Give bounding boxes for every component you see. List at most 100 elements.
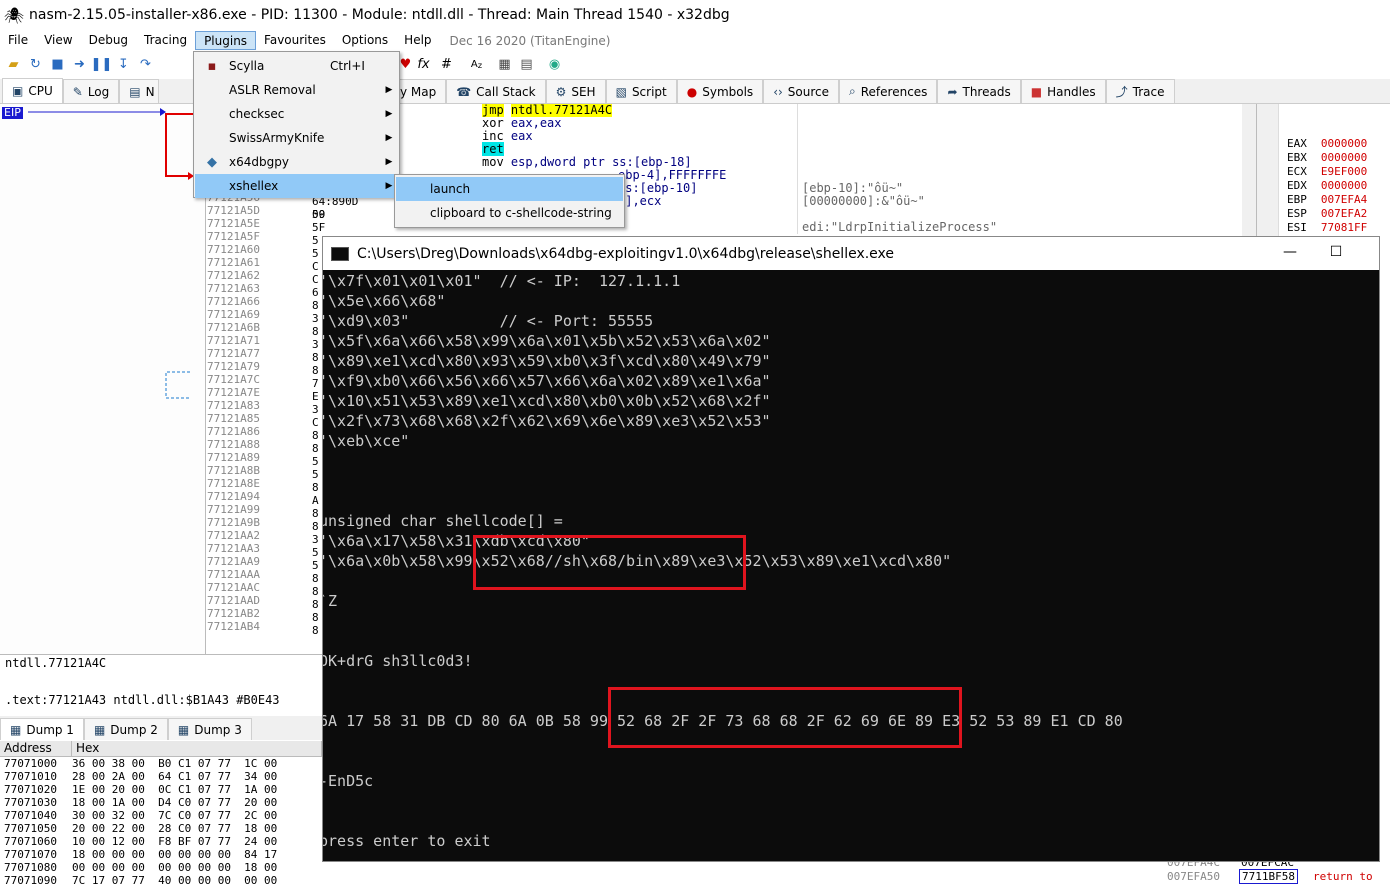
menu-view[interactable]: View [36, 31, 80, 50]
menu-favourites[interactable]: Favourites [256, 31, 334, 50]
dump-row[interactable]: 77071030 18 00 1A 00 D4 C0 07 77 20 00 [0, 796, 322, 809]
address-row[interactable]: 77121A61 [206, 256, 277, 269]
tab-notes[interactable]: ▤ N [119, 79, 160, 103]
dump-row[interactable]: 77071060 10 00 12 00 F8 BF 07 77 24 00 [0, 835, 322, 848]
tab-handles[interactable]: ■ Handles [1020, 79, 1106, 103]
register-row[interactable]: EBP 007EFA4 [1287, 193, 1367, 207]
register-row[interactable]: EDX 0000000 [1287, 179, 1367, 193]
register-value[interactable]: 0000000 [1321, 179, 1367, 193]
address-row[interactable]: 77121A94 [206, 490, 277, 503]
address-row[interactable]: 77121AAA [206, 568, 277, 581]
tab-threads[interactable]: ➦ Threads [937, 79, 1021, 103]
dump-row[interactable]: 77071020 1E 00 20 00 0C C1 07 77 1A 00 [0, 783, 322, 796]
menu-item-scylla[interactable]: ▪ Scylla Ctrl+I [195, 54, 398, 78]
tab-source[interactable]: ‹› Source [763, 79, 840, 103]
register-value[interactable]: E9EF000 [1321, 165, 1367, 179]
register-value[interactable]: 007EFA2 [1321, 207, 1367, 221]
dump-row[interactable]: 77071000 36 00 38 00 B0 C1 07 77 1C 00 [0, 757, 322, 770]
menu-help[interactable]: Help [396, 31, 439, 50]
menu-options[interactable]: Options [334, 31, 396, 50]
address-row[interactable]: 77121AA9 [206, 555, 277, 568]
tab-dump-1[interactable]: ▦ Dump 1 [0, 718, 84, 740]
hash-icon[interactable]: # [437, 55, 456, 74]
menu-item-launch[interactable]: launch [396, 177, 623, 201]
register-value[interactable]: 77081FF [1321, 221, 1367, 235]
address-row[interactable]: 77121A89 [206, 451, 277, 464]
address-row[interactable]: 77121A79 [206, 360, 277, 373]
dump-row[interactable]: 77071080 00 00 00 00 00 00 00 00 18 00 [0, 861, 322, 874]
register-row[interactable]: EBX 0000000 [1287, 151, 1367, 165]
menu-tracing[interactable]: Tracing [136, 31, 195, 50]
register-row[interactable]: EAX 0000000 [1287, 137, 1367, 151]
minimize-icon[interactable]: — [1267, 237, 1313, 267]
menu-item-clipboard-c-shellcode[interactable]: clipboard to c-shellcode-string [396, 201, 623, 225]
menu-item-checksec[interactable]: checksec ▶ [195, 102, 398, 126]
menu-debug[interactable]: Debug [81, 31, 136, 50]
step-into-icon[interactable]: ↧ [114, 55, 133, 74]
disasm-line[interactable]: inc eax [482, 130, 726, 143]
address-row[interactable]: 77121AAC [206, 581, 277, 594]
calculator-icon[interactable]: ▦ [495, 55, 514, 74]
dump-row[interactable]: 77071040 30 00 32 00 7C C0 07 77 2C 00 [0, 809, 322, 822]
register-value[interactable]: 007EFA4 [1321, 193, 1367, 207]
address-row[interactable]: 77121A77 [206, 347, 277, 360]
dump-row[interactable]: 77071090 7C 17 07 77 40 00 00 00 00 00 [0, 874, 322, 885]
dump-row[interactable]: 77071070 18 00 00 00 00 00 00 00 84 17 [0, 848, 322, 861]
maximize-icon[interactable]: ☐ [1313, 237, 1359, 267]
console-window[interactable]: C:\Users\Dreg\Downloads\x64dbg-exploitin… [322, 236, 1380, 862]
address-row[interactable]: 77121AA2 [206, 529, 277, 542]
address-row[interactable]: 77121A62 [206, 269, 277, 282]
address-row[interactable]: 77121A83 [206, 399, 277, 412]
address-row[interactable]: 77121A5F [206, 230, 277, 243]
address-row[interactable]: 77121A99 [206, 503, 277, 516]
tab-symbols[interactable]: ● Symbols [676, 79, 764, 103]
register-row[interactable]: ECX E9EF000 [1287, 165, 1367, 179]
memory-chip-icon[interactable]: ▤ [517, 55, 536, 74]
address-row[interactable]: 77121A86 [206, 425, 277, 438]
register-value[interactable]: 0000000 [1321, 137, 1367, 151]
tab-call-stack[interactable]: ☎ Call Stack [446, 79, 546, 103]
menu-item-swissarmyknife[interactable]: SwissArmyKnife ▶ [195, 126, 398, 150]
dump-row[interactable]: 77071050 20 00 22 00 28 C0 07 77 18 00 [0, 822, 322, 835]
address-row[interactable]: 77121A6B [206, 321, 277, 334]
tab-log[interactable]: ✎ Log [62, 79, 120, 103]
address-row[interactable]: 77121AB4 [206, 620, 277, 633]
address-row[interactable]: 77121AB2 [206, 607, 277, 620]
restart-icon[interactable]: ↻ [26, 55, 45, 74]
register-row[interactable]: ESI 77081FF [1287, 221, 1367, 235]
run-icon[interactable]: ➜ [70, 55, 89, 74]
address-row[interactable]: 77121A7E [206, 386, 277, 399]
menu-item-aslr-removal[interactable]: ASLR Removal ▶ [195, 78, 398, 102]
address-row[interactable]: 77121A7C [206, 373, 277, 386]
open-icon[interactable]: ▰ [4, 55, 23, 74]
address-row[interactable]: 77121A9B [206, 516, 277, 529]
register-value[interactable]: 0000000 [1321, 151, 1367, 165]
address-row[interactable]: 77121AA3 [206, 542, 277, 555]
close-icon[interactable]: ■ [48, 55, 67, 74]
address-row[interactable]: 77121A8E [206, 477, 277, 490]
tab-references[interactable]: ⌕ References [839, 79, 938, 103]
tab-seh[interactable]: ⚙ SEH [545, 79, 606, 103]
menu-item-x64dbgpy[interactable]: ◆ x64dbgpy ▶ [195, 150, 398, 174]
address-row[interactable]: 77121A8B [206, 464, 277, 477]
menu-plugins[interactable]: Plugins [195, 31, 257, 50]
address-row[interactable]: 77121A85 [206, 412, 277, 425]
globe-icon[interactable]: ◉ [545, 55, 564, 74]
address-row[interactable]: 77121A5D [206, 204, 277, 217]
tab-dump-3[interactable]: ▦ Dump 3 [167, 718, 252, 740]
font-icon[interactable]: Az [467, 55, 486, 74]
menu-file[interactable]: File [0, 31, 36, 50]
fx-icon[interactable]: fx [414, 55, 433, 74]
address-row[interactable]: 77121A60 [206, 243, 277, 256]
address-row[interactable]: 77121A5E [206, 217, 277, 230]
step-over-icon[interactable]: ↷ [136, 55, 155, 74]
address-row[interactable]: 77121A63 [206, 282, 277, 295]
tab-dump-2[interactable]: ▦ Dump 2 [83, 718, 168, 740]
address-row[interactable]: 77121AAD [206, 594, 277, 607]
pause-icon[interactable]: ❚❚ [91, 55, 113, 74]
tab-script[interactable]: ▧ Script [605, 79, 677, 103]
address-row[interactable]: 77121A71 [206, 334, 277, 347]
address-row[interactable]: 77121A69 [206, 308, 277, 321]
tab-cpu[interactable]: ▣ CPU [2, 78, 63, 103]
address-row[interactable]: 77121A88 [206, 438, 277, 451]
